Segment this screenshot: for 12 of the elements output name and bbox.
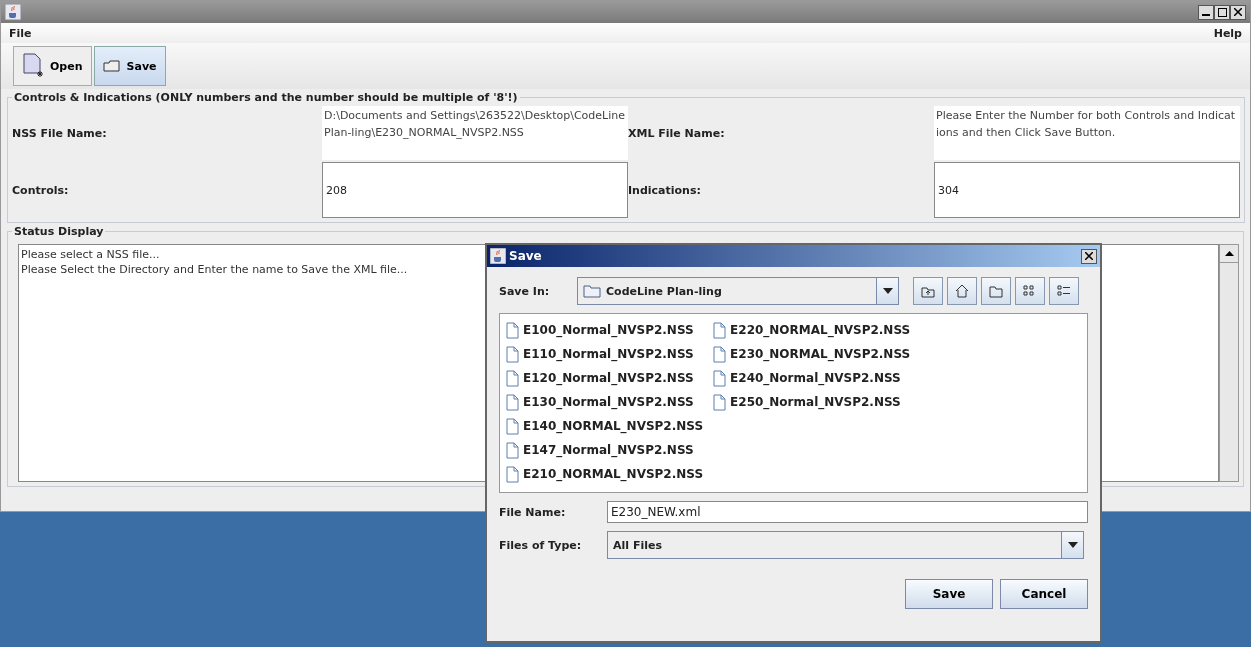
- file-path-text: D:\Documents and Settings\263522\Desktop\CodeLine Plan-ling\E230_NORMAL_NVSP2.NSS: [322, 106, 628, 160]
- field-label: Files of Type:: [499, 538, 583, 552]
- dialog-title: Save: [490, 248, 542, 264]
- field-label: XML File Name:: [628, 126, 726, 140]
- field-label: Controls:: [12, 183, 70, 197]
- field-label: Indications:: [628, 183, 702, 197]
- field-label: NSS File Name:: [12, 126, 108, 140]
- field-label: Save In:: [499, 284, 551, 298]
- panel-title: Status Display: [13, 225, 105, 238]
- panel-title: Controls & Indications (ONLY numbers and the number should be multiple of '8'!): [13, 91, 519, 104]
- hint-text: Please Enter the Number for both Controls and Indications and then Click Save Button.: [934, 106, 1240, 160]
- field-label: File Name:: [499, 505, 567, 519]
